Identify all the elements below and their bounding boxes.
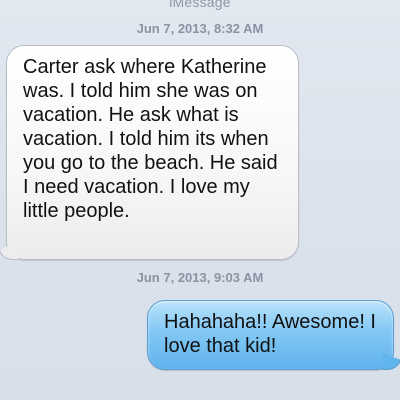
message-text: Hahahaha!! Awesome! I love that kid! bbox=[164, 311, 376, 357]
message-timestamp: Jun 7, 2013, 9:03 AM bbox=[0, 270, 400, 285]
message-text: Carter ask where Katherine was. I told h… bbox=[23, 56, 278, 222]
service-label: iMessage bbox=[169, 0, 231, 10]
outgoing-message-bubble[interactable]: Hahahaha!! Awesome! I love that kid! bbox=[147, 300, 400, 370]
timestamp-time: 8:32 AM bbox=[213, 21, 264, 36]
message-thread[interactable]: iMessage Jun 7, 2013, 8:32 AM Carter ask… bbox=[0, 0, 400, 400]
timestamp-date: Jun 7, 2013, bbox=[136, 21, 211, 36]
incoming-message-bubble[interactable]: Carter ask where Katherine was. I told h… bbox=[0, 45, 299, 260]
message-timestamp: Jun 7, 2013, 8:32 AM bbox=[0, 21, 400, 36]
bubble-tail bbox=[0, 243, 18, 260]
timestamp-date: Jun 7, 2013, bbox=[136, 270, 211, 285]
bubble-tail bbox=[382, 353, 400, 370]
timestamp-time: 9:03 AM bbox=[213, 270, 264, 285]
